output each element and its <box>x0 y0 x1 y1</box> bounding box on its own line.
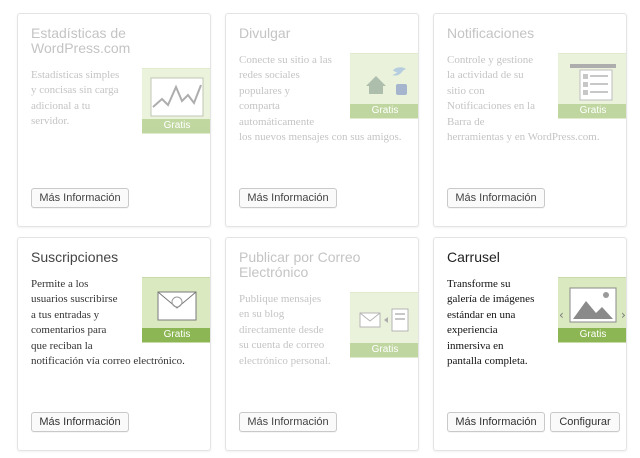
module-card-publicize: Divulgar Conecte su sitio a las redes so… <box>225 13 419 227</box>
module-illustration: Gratis <box>142 68 210 134</box>
more-info-button[interactable]: Más Información <box>239 412 337 432</box>
more-info-button[interactable]: Más Información <box>239 188 337 208</box>
module-title: Divulgar <box>239 25 291 41</box>
free-badge: Gratis <box>350 343 418 357</box>
more-info-button[interactable]: Más Información <box>31 412 129 432</box>
module-description: Transforme su galería de imágenes estánd… <box>447 278 535 368</box>
module-illustration: Gratis <box>142 277 210 343</box>
module-illustration: ‹ › Gratis <box>558 277 626 343</box>
module-illustration: Gratis <box>558 53 626 119</box>
module-title: Estadísticas de WordPress.com <box>31 25 131 56</box>
free-badge: Gratis <box>142 328 210 342</box>
module-title: Suscripciones <box>31 249 119 265</box>
stats-chart-icon <box>150 77 204 117</box>
module-card-stats: Estadísticas de WordPress.com Estadístic… <box>17 13 211 227</box>
image-carousel-icon <box>569 287 617 323</box>
module-card-subscriptions: Suscripciones Permite a los usuarios sus… <box>17 237 211 451</box>
free-badge: Gratis <box>142 119 210 133</box>
more-info-button[interactable]: Más Información <box>447 412 545 432</box>
module-card-post-by-email: Publicar por Correo Electrónico Publique… <box>225 237 419 451</box>
chevron-left-icon: ‹ <box>559 308 564 322</box>
module-illustration: Gratis <box>350 292 418 358</box>
email-envelope-icon <box>157 291 197 321</box>
module-illustration: Gratis <box>350 53 418 119</box>
email-to-post-icon <box>359 308 409 332</box>
social-share-icon <box>366 67 407 95</box>
module-title: Notificaciones <box>447 25 535 41</box>
more-info-button[interactable]: Más Información <box>447 188 545 208</box>
free-badge: Gratis <box>558 104 626 118</box>
module-title: Publicar por Correo Electrónico <box>239 249 361 280</box>
free-badge: Gratis <box>558 328 626 342</box>
chevron-right-icon: › <box>621 308 626 322</box>
module-card-notifications: Notificaciones Controle y gestione la ac… <box>433 13 627 227</box>
module-description: Estadísticas simples y concisas sin carg… <box>31 69 120 128</box>
module-description: Publique mensajes en su blog directament… <box>239 293 331 367</box>
module-title: Carrusel <box>447 249 500 265</box>
module-card-carousel: Carrusel Transforme su galería de imágen… <box>433 237 627 451</box>
free-badge: Gratis <box>350 104 418 118</box>
notifications-list-icon <box>570 64 616 101</box>
more-info-button[interactable]: Más Información <box>31 188 129 208</box>
configure-button[interactable]: Configurar <box>550 412 620 432</box>
